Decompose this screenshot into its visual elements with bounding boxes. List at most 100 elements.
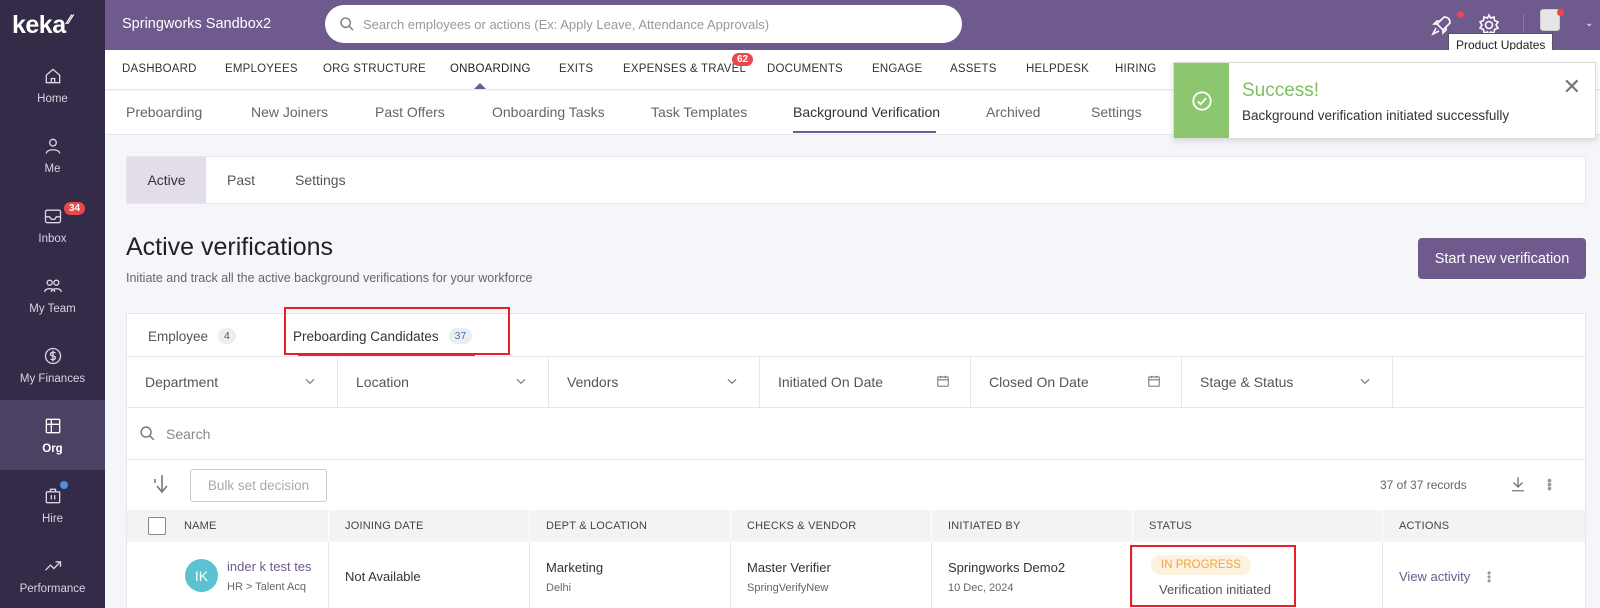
table-toolbar: Bulk set decision 37 of 37 records • • • — [127, 460, 1585, 510]
initiated-by-value: Springworks Demo2 — [948, 560, 1066, 575]
filter-department-label: Department — [145, 374, 219, 390]
cell-divider — [328, 542, 329, 608]
org-name[interactable]: Springworks Sandbox2 — [122, 16, 271, 32]
page-title: Active verifications — [126, 233, 334, 261]
keka-logo[interactable]: keka ⁄⁄ — [0, 0, 105, 50]
nav-documents[interactable]: DOCUMENTS — [767, 63, 843, 75]
sidebar-item-label: Hire — [41, 512, 64, 525]
col-initiated-by[interactable]: INITIATED BY — [948, 520, 1020, 532]
verifications-card: Employee 4 Preboarding Candidates 37 Dep… — [126, 307, 1586, 608]
sidebar-item-my-team[interactable]: My Team — [0, 260, 105, 330]
col-joining-date[interactable]: JOINING DATE — [345, 520, 424, 532]
select-all-checkbox[interactable] — [148, 517, 166, 535]
employee-count: 4 — [218, 328, 236, 344]
sidebar-item-label: My Team — [29, 302, 76, 315]
col-divider — [730, 510, 731, 542]
nav-dashboard[interactable]: DASHBOARD — [122, 63, 197, 75]
subnav-task-templates[interactable]: Task Templates — [651, 104, 747, 120]
checks-value: Master Verifier — [747, 560, 831, 575]
nav-engage[interactable]: ENGAGE — [872, 63, 922, 75]
col-dept-location[interactable]: DEPT & LOCATION — [546, 520, 647, 532]
subnav-preboarding[interactable]: Preboarding — [126, 104, 202, 120]
toast-message: Background verification initiated succes… — [1242, 108, 1510, 123]
subnav-onboarding-tasks[interactable]: Onboarding Tasks — [492, 104, 605, 120]
nav-org-structure[interactable]: ORG STRUCTURE — [323, 63, 426, 75]
filter-initiated-on-date[interactable]: Initiated On Date — [760, 357, 971, 407]
nav-hiring[interactable]: HIRING — [1115, 63, 1156, 75]
sidebar-item-label: Performance — [19, 582, 86, 595]
table-row[interactable]: IK inder k test tes HR > Talent Acq Not … — [127, 542, 1585, 608]
check-circle-icon — [1191, 90, 1212, 111]
table-search-input[interactable] — [166, 425, 766, 442]
sidebar-item-home[interactable]: Home — [0, 50, 105, 120]
row-more-options-icon[interactable]: • • • — [1487, 567, 1491, 587]
tab-employee[interactable]: Employee 4 — [148, 328, 236, 344]
global-search[interactable] — [325, 5, 962, 43]
start-new-verification-button[interactable]: Start new verification — [1418, 238, 1586, 279]
tab-past[interactable]: Past — [227, 157, 255, 203]
calendar-icon — [937, 375, 949, 387]
nav-helpdesk[interactable]: HELPDESK — [1026, 63, 1089, 75]
more-options-icon[interactable]: • • • — [1547, 473, 1552, 495]
col-divider — [529, 510, 530, 542]
nav-onboarding[interactable]: ONBOARDING — [450, 63, 531, 75]
filter-closed-on-date[interactable]: Closed On Date — [971, 357, 1182, 407]
filter-vendors[interactable]: Vendors — [549, 357, 760, 407]
col-divider — [1132, 510, 1133, 542]
nav-exits[interactable]: EXITS — [559, 63, 593, 75]
subnav-archived[interactable]: Archived — [986, 104, 1040, 120]
close-icon[interactable]: ✕ — [1563, 74, 1581, 100]
subnav-background-verification[interactable]: Background Verification — [793, 104, 940, 120]
col-checks-vendor[interactable]: CHECKS & VENDOR — [747, 520, 856, 532]
avatar-dot — [1557, 9, 1564, 16]
sidebar-item-me[interactable]: Me — [0, 120, 105, 190]
inbox-count-badge: 34 — [64, 202, 86, 215]
logo-text: keka — [12, 10, 66, 39]
nav-expenses-travel[interactable]: EXPENSES & TRAVEL — [623, 63, 746, 75]
subnav-settings[interactable]: Settings — [1091, 104, 1142, 120]
chevron-down-icon — [727, 378, 737, 385]
sidebar-item-hire[interactable]: Hire — [0, 470, 105, 540]
header-divider — [1523, 14, 1524, 34]
col-divider — [328, 510, 329, 542]
filter-stage-status[interactable]: Stage & Status — [1182, 357, 1393, 407]
filter-stage-label: Stage & Status — [1200, 374, 1294, 390]
sidebar-item-my-finances[interactable]: My Finances — [0, 330, 105, 400]
dept-value: Marketing — [546, 560, 604, 575]
subnav-new-joiners[interactable]: New Joiners — [251, 104, 328, 120]
team-icon — [43, 279, 62, 292]
sidebar-item-inbox[interactable]: Inbox 34 — [0, 190, 105, 260]
view-activity-link[interactable]: View activity — [1399, 569, 1470, 584]
sidebar-item-label: Inbox — [38, 232, 67, 245]
sidebar-item-label: Org — [42, 442, 63, 455]
joining-date: Not Available — [345, 569, 421, 584]
download-icon[interactable] — [1509, 474, 1527, 494]
subnav-past-offers[interactable]: Past Offers — [375, 104, 445, 120]
table-header: NAME JOINING DATE DEPT & LOCATION CHECKS… — [127, 510, 1585, 542]
sidebar-item-label: Me — [44, 162, 61, 175]
sidebar-item-label: My Finances — [19, 372, 86, 385]
chevron-down-icon[interactable]: ⌄ — [1585, 18, 1593, 29]
filter-department[interactable]: Department — [127, 357, 338, 407]
sidebar-item-label: Home — [37, 92, 68, 105]
sort-arrow-icon[interactable] — [151, 473, 169, 495]
nav-employees[interactable]: EMPLOYEES — [225, 63, 298, 75]
nav-active-caret — [474, 83, 486, 89]
highlight-box-preboarding — [284, 307, 510, 355]
col-status[interactable]: STATUS — [1149, 520, 1192, 532]
filter-vendors-label: Vendors — [567, 374, 619, 390]
nav-assets[interactable]: ASSETS — [950, 63, 997, 75]
verification-tabs: Active Past Settings — [126, 156, 1586, 204]
sidebar-item-performance[interactable]: Performance — [0, 540, 105, 608]
filter-location[interactable]: Location — [338, 357, 549, 407]
records-count: 37 of 37 records — [1380, 478, 1467, 492]
tab-settings[interactable]: Settings — [295, 157, 346, 203]
table-search[interactable] — [127, 408, 1585, 460]
filter-location-label: Location — [356, 374, 409, 390]
candidate-name-link[interactable]: inder k test tes — [227, 559, 312, 574]
sidebar-item-org[interactable]: Org — [0, 400, 105, 470]
global-search-input[interactable] — [363, 16, 962, 32]
bulk-set-decision-button[interactable]: Bulk set decision — [190, 469, 327, 502]
col-name[interactable]: NAME — [184, 520, 217, 532]
tab-active[interactable]: Active — [127, 157, 206, 203]
